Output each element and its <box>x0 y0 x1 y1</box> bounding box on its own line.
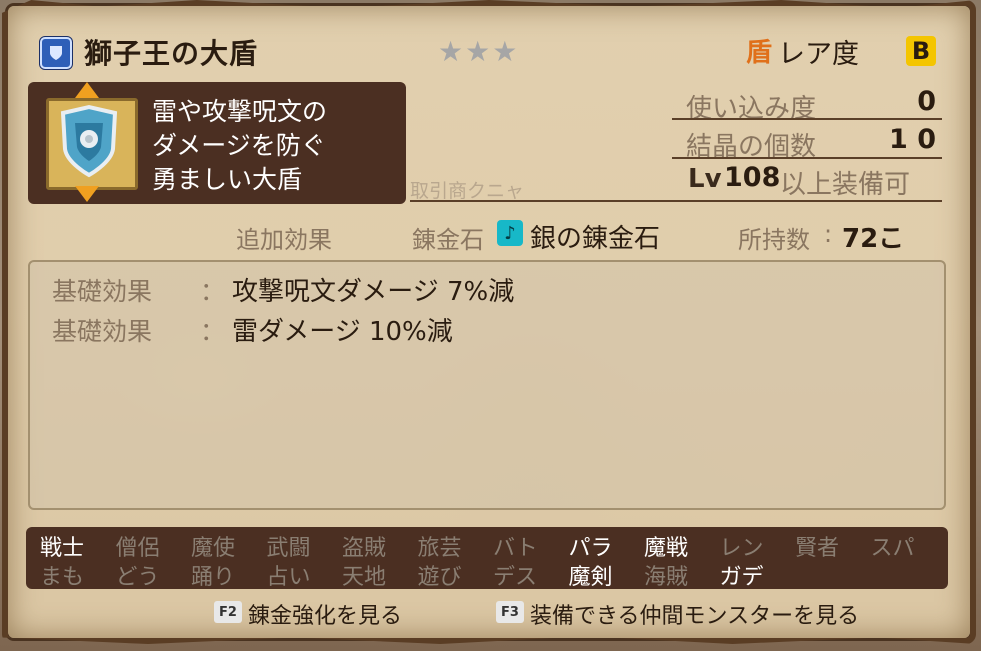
rarity-grade-badge: B <box>906 36 936 66</box>
alchemy-stone-name: 銀の錬金石 <box>530 224 661 254</box>
level-prefix: Lv <box>688 164 722 194</box>
job-unavailable: 賢者 <box>795 536 840 561</box>
owned-count-value: 72こ <box>842 224 905 254</box>
next-item-arrow[interactable] <box>75 186 99 202</box>
alchemy-stone-icon: ♪ <box>497 220 523 246</box>
job-unavailable: 踊り <box>191 565 236 590</box>
job-unavailable: レン <box>719 536 764 561</box>
job-unavailable: バト <box>493 536 538 561</box>
job-unavailable: 武闘 <box>266 536 311 561</box>
job-unavailable: 旅芸 <box>417 536 462 561</box>
alchemy-stone-label: 錬金石 <box>412 226 484 254</box>
job-equippable: 魔剣 <box>568 565 613 590</box>
job-unavailable: 占い <box>266 565 311 590</box>
job-equippable: ガデ <box>719 565 764 590</box>
job-unavailable: 天地 <box>342 565 387 590</box>
job-equippable: パラ <box>568 536 613 561</box>
job-unavailable: どう <box>115 565 160 590</box>
effect-label: 基礎効果 <box>52 277 153 306</box>
description-line-3: 勇ましい大盾 <box>152 165 303 194</box>
f3-key-icon[interactable]: F3 <box>496 601 524 623</box>
effect-separator: ： <box>200 317 226 346</box>
effect-label: 基礎効果 <box>52 317 153 346</box>
owned-count-label: 所持数 <box>738 226 810 254</box>
crystal-count-value: 1 0 <box>889 124 936 155</box>
view-monsters-button[interactable]: 装備できる仲間モンスターを見る <box>530 598 859 630</box>
job-unavailable: 盗賊 <box>342 536 387 561</box>
effect-text: 雷ダメージ 10%減 <box>232 317 453 347</box>
job-unavailable: デス <box>493 565 538 590</box>
shield-category-icon <box>40 37 72 69</box>
divider <box>672 118 942 120</box>
job-unavailable: スパ <box>870 536 915 561</box>
extra-effect-label: 追加効果 <box>236 226 332 254</box>
job-unavailable: まも <box>40 565 85 590</box>
description-line-2: ダメージを防ぐ <box>152 131 326 160</box>
owned-count-sep: : <box>824 220 833 248</box>
rarity-label: レア度 <box>778 39 859 70</box>
job-equippable: 魔戦 <box>644 536 689 561</box>
job-unavailable: 魔使 <box>191 536 236 561</box>
level-suffix: 以上装備可 <box>780 170 911 200</box>
effect-separator: ： <box>200 277 226 306</box>
description-line-1: 雷や攻撃呪文の <box>152 97 328 126</box>
item-name: 獅子王の大盾 <box>84 37 259 70</box>
effect-text: 攻撃呪文ダメージ 7%減 <box>232 277 515 307</box>
job-unavailable: 海賊 <box>644 565 689 590</box>
job-unavailable: 遊び <box>417 565 462 590</box>
view-alchemy-button[interactable]: 錬金強化を見る <box>248 598 402 630</box>
job-equippable: 戦士 <box>40 536 85 561</box>
f2-key-icon[interactable]: F2 <box>214 601 242 623</box>
level-value: 108 <box>724 162 781 193</box>
job-unavailable: 僧侶 <box>115 536 160 561</box>
usage-value: 0 <box>917 86 936 117</box>
lion-shield-icon <box>60 104 118 178</box>
divider <box>672 157 942 159</box>
previous-item-arrow[interactable] <box>75 82 99 98</box>
merchant-name-ghost: 取引商クニャ <box>410 180 525 202</box>
rarity-shield-icon: 盾 <box>746 38 773 68</box>
star-rating: ★★★ <box>438 35 520 68</box>
item-image-frame <box>46 98 138 190</box>
